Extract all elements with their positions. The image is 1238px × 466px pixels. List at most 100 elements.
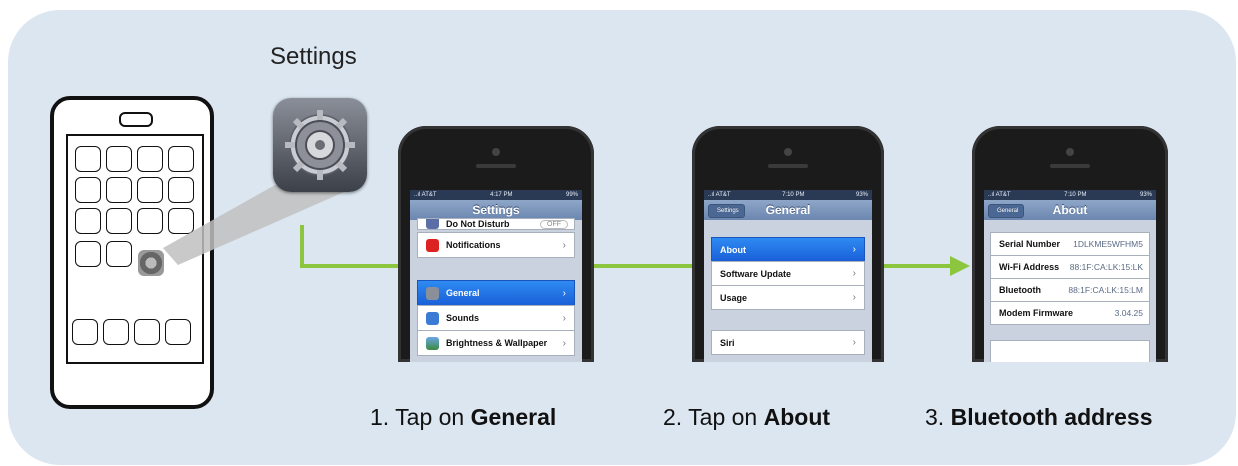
row-do-not-disturb[interactable]: Do Not Disturb OFF [417,218,575,230]
arrow-segment [300,225,304,267]
arrow-segment [593,264,693,268]
app-icon-outline [168,177,194,203]
earpiece [1050,164,1090,168]
row-about[interactable]: About › [711,237,865,262]
camera-icon [1066,148,1074,156]
app-icon-outline [168,146,194,172]
step-number: 1. [370,404,390,430]
battery-label: 99% [565,192,578,198]
phone-screen: ..ıl AT&T 4:17 PM 99% Settings Do Not Di… [410,190,582,362]
toggle-switch[interactable]: OFF [540,220,568,229]
chevron-right-icon: › [852,268,856,279]
chevron-right-icon: › [562,337,566,349]
row-general[interactable]: General › [417,280,575,306]
row-value: 1DLKME5WFHM5 [1073,239,1143,249]
row-label: Usage [720,292,748,303]
step-highlight: General [470,404,557,430]
status-bar: ..ıl AT&T 7:10 PM 93% [704,190,872,200]
row-label: Bluetooth [999,285,1041,295]
nav-bar: Settings [410,200,582,220]
row-value: 88:1F:CA:LK:15:LK [1069,262,1143,272]
step-number: 3. [925,404,945,430]
row-label: About [720,244,746,255]
row-label: Siri [720,337,735,348]
app-icon-outline [106,146,132,172]
nav-title: About [1052,203,1088,217]
app-icon-outline [75,177,101,203]
chevron-right-icon: › [562,239,566,251]
phone-screen: ..ıl AT&T 7:10 PM 93% General About Seri… [984,190,1156,362]
settings-title: Settings [270,43,357,70]
row-serial-number: Serial Number 1DLKME5WFHM5 [990,232,1150,256]
earpiece [768,164,808,168]
speaker-slot [119,112,153,127]
phone-screen: ..ıl AT&T 7:10 PM 93% Settings General A… [704,190,872,362]
row-bluetooth: Bluetooth 88:1F:CA:LK:15:LM [990,278,1150,302]
dock-icon-outline [103,319,129,345]
sketch-screen [66,134,204,364]
row-label: Wi-Fi Address [999,262,1060,272]
row-label: Brightness & Wallpaper [446,338,548,348]
chevron-right-icon: › [852,244,856,255]
app-icon-outline [106,177,132,203]
nav-title: Settings [472,203,520,217]
nav-bar: Settings General [704,200,872,220]
row-label: Sounds [446,313,479,323]
chevron-right-icon: › [852,337,856,348]
phone-general: ..ıl AT&T 7:10 PM 93% Settings General A… [692,126,884,362]
row-usage[interactable]: Usage › [711,285,865,310]
camera-icon [784,148,792,156]
gear-icon [426,286,439,300]
row-label: Do Not Disturb [446,219,510,229]
step-number: 2. [663,404,683,430]
row-label: General [446,288,480,298]
arrow-segment [300,264,400,268]
row-label: Software Update [720,268,792,279]
earpiece [476,164,516,168]
step-3-caption: 3. Bluetooth address [925,404,1153,431]
dock-icon-outline [72,319,98,345]
app-icon-outline [137,146,163,172]
row-value: 3.04.25 [1114,308,1143,318]
status-bar: ..ıl AT&T 4:17 PM 99% [410,190,582,200]
phone-settings: ..ıl AT&T 4:17 PM 99% Settings Do Not Di… [398,126,594,362]
row-brightness[interactable]: Brightness & Wallpaper › [417,330,575,356]
step-highlight: About [763,404,831,430]
row-partial [990,340,1150,362]
time-label: 7:10 PM [782,192,805,198]
time-label: 4:17 PM [490,192,513,198]
speaker-icon [426,311,439,325]
arrow-segment [884,264,954,268]
back-button[interactable]: General [988,204,1025,218]
app-icon-outline [75,208,101,234]
app-icon-outline [137,208,163,234]
row-value: 88:1F:CA:LK:15:LM [1068,285,1143,295]
row-sounds[interactable]: Sounds › [417,305,575,331]
moon-icon [426,219,439,229]
carrier-label: ..ıl AT&T [708,192,731,198]
row-notifications[interactable]: Notifications › [417,232,575,258]
step-2-caption: 2. Tap on About [663,404,830,431]
nav-title: General [765,203,811,217]
back-button[interactable]: Settings [708,204,745,218]
nav-bar: General About [984,200,1156,220]
settings-app-icon-small [138,250,164,276]
status-bar: ..ıl AT&T 7:10 PM 93% [984,190,1156,200]
row-siri[interactable]: Siri › [711,330,865,355]
row-software-update[interactable]: Software Update › [711,261,865,286]
app-icon-outline [106,208,132,234]
row-label: Notifications [446,240,501,250]
battery-label: 93% [1139,192,1152,198]
step-highlight: Bluetooth address [950,404,1153,430]
time-label: 7:10 PM [1064,192,1087,198]
wallpaper-icon [426,336,439,350]
app-icon-outline [168,208,194,234]
app-icon-outline [137,177,163,203]
app-icon-outline [75,241,101,267]
battery-label: 93% [855,192,868,198]
arrow-head-icon [950,256,970,276]
carrier-label: ..ıl AT&T [988,192,1011,198]
settings-gear-icon [273,98,367,192]
chevron-right-icon: › [562,312,566,324]
row-label: Serial Number [999,239,1061,249]
